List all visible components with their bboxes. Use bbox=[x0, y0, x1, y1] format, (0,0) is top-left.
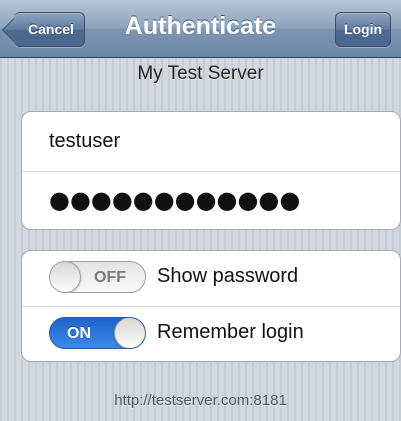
navigation-bar: Cancel Authenticate Login bbox=[0, 0, 401, 58]
password-field[interactable]: ●●●●●●●●●●●● bbox=[49, 186, 300, 214]
server-name: My Test Server bbox=[137, 63, 264, 84]
remember-login-toggle[interactable]: ON bbox=[49, 317, 146, 349]
show-password-label: Show password bbox=[157, 265, 299, 287]
password-row[interactable]: ●●●●●●●●●●●● bbox=[22, 170, 400, 230]
username-row[interactable]: testuser bbox=[22, 112, 400, 171]
toggle-knob[interactable] bbox=[50, 262, 81, 292]
credentials-group: testuser ●●●●●●●●●●●● bbox=[21, 111, 401, 230]
cancel-button[interactable]: Cancel bbox=[14, 12, 85, 47]
toggle-knob[interactable] bbox=[114, 318, 145, 348]
show-password-row: OFF Show password bbox=[22, 251, 400, 306]
remember-login-row: ON Remember login bbox=[22, 306, 400, 361]
options-group: OFF Show password ON Remember login bbox=[21, 250, 401, 362]
show-password-toggle[interactable]: OFF bbox=[49, 261, 146, 293]
server-url: http://testserver.com:8181 bbox=[114, 392, 287, 409]
remember-login-label: Remember login bbox=[157, 321, 304, 343]
toggle-state-label: OFF bbox=[94, 269, 126, 286]
toggle-state-label: ON bbox=[67, 325, 91, 342]
login-button[interactable]: Login bbox=[335, 12, 391, 47]
username-field[interactable]: testuser bbox=[49, 130, 120, 153]
